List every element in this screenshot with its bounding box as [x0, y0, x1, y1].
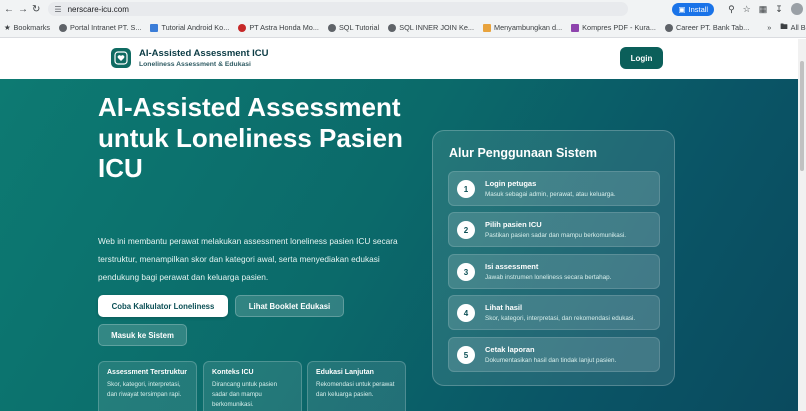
feature-description: Rekomendasi untuk perawat dan keluarga p…: [316, 381, 395, 398]
step-description: Skor, kategori, interpretasi, dan rekome…: [485, 315, 636, 322]
login-button[interactable]: Login: [620, 47, 663, 69]
step-title: Login petugas: [485, 179, 537, 188]
profile-avatar[interactable]: [790, 3, 803, 15]
bookmark-item[interactable]: Menyambungkan d...: [482, 23, 563, 32]
bookmark-item-bookmarks[interactable]: ★ Bookmarks: [4, 23, 50, 32]
step-title: Isi assessment: [485, 262, 539, 271]
step-title: Lihat hasil: [485, 303, 523, 312]
brand[interactable]: AI-Assisted Assessment ICU Loneliness As…: [111, 48, 269, 68]
feature-description: Dirancang untuk pasien sadar dan mampu b…: [212, 381, 278, 408]
bookmark-label: Tutorial Android Ko...: [161, 23, 230, 32]
more-bookmarks-icon[interactable]: »: [767, 23, 771, 32]
site-header: AI-Assisted Assessment ICU Loneliness As…: [0, 39, 798, 79]
feature-title: Konteks ICU: [212, 369, 254, 376]
zoom-icon[interactable]: ⚲: [728, 4, 735, 15]
feature-description: Skor, kategori, interpretasi, dan riwaya…: [107, 381, 182, 398]
feature-title: Assessment Terstruktur: [107, 369, 188, 376]
bookmark-label: Bookmarks: [13, 23, 51, 32]
browser-toolbar: ← → ↻ ☰ nerscare-icu.com ▣ Install ⚲ ☆ ▦…: [0, 0, 806, 18]
step-title: Cetak laporan: [485, 345, 535, 354]
feature-card: Assessment Terstruktur Skor, kategori, i…: [98, 361, 197, 411]
bookmark-item[interactable]: SQL Tutorial: [327, 23, 380, 32]
bookmark-favicon-icon: [238, 23, 247, 32]
bookmarks-bar: ★ Bookmarks Portal Intranet PT. S... Tuto…: [0, 18, 806, 38]
bookmark-favicon-icon: [571, 23, 580, 32]
step-number: 4: [457, 304, 475, 322]
brand-subtitle: Loneliness Assessment & Edukasi: [139, 61, 251, 68]
bookmark-label: Portal Intranet PT. S...: [70, 23, 142, 32]
bookmark-item[interactable]: SQL INNER JOIN Ke...: [388, 23, 474, 32]
extensions-icon[interactable]: ▦: [759, 4, 768, 15]
step-item: 1 Login petugas Masuk sebagai admin, per…: [448, 171, 660, 206]
booklet-button[interactable]: Lihat Booklet Edukasi: [235, 295, 344, 317]
address-bar[interactable]: ☰ nerscare-icu.com: [48, 2, 629, 16]
hero-description: Web ini membantu perawat melakukan asses…: [98, 236, 398, 282]
hero-section: AI-Assisted Assessment untuk Loneliness …: [0, 79, 798, 411]
globe-icon: [327, 23, 336, 32]
web-page: AI-Assisted Assessment ICU Loneliness As…: [0, 39, 798, 411]
bookmark-label: PT Astra Honda Mo...: [249, 23, 319, 32]
feature-card: Konteks ICU Dirancang untuk pasien sadar…: [203, 361, 302, 411]
step-number: 1: [457, 180, 475, 198]
bookmark-label: SQL INNER JOIN Ke...: [399, 23, 474, 32]
bookmark-label: Career PT. Bank Tab...: [675, 23, 750, 32]
step-item: 2 Pilih pasien ICU Pastikan pasien sadar…: [448, 212, 660, 247]
step-description: Jawab instrumen loneliness secara bertah…: [485, 274, 612, 281]
install-label: Install: [688, 4, 709, 14]
step-number: 5: [457, 346, 475, 364]
all-bookmarks[interactable]: 🖿All Bookmarks: [780, 21, 806, 34]
bookmark-item[interactable]: Career PT. Bank Tab...: [664, 23, 750, 32]
page-scrollbar[interactable]: [798, 39, 806, 411]
brand-title: AI-Assisted Assessment ICU: [139, 48, 269, 59]
enter-system-button[interactable]: Masuk ke Sistem: [98, 324, 187, 346]
step-title: Pilih pasien ICU: [485, 220, 542, 229]
heart-stethoscope-icon: [111, 48, 131, 68]
feature-title: Edukasi Lanjutan: [316, 369, 374, 376]
bookmark-item[interactable]: Portal Intranet PT. S...: [59, 23, 141, 32]
folder-icon: 🖿: [780, 22, 788, 31]
forward-icon[interactable]: →: [18, 2, 28, 16]
bookmark-label: All Bookmarks: [790, 23, 806, 32]
star-icon[interactable]: ☆: [743, 4, 751, 15]
bookmark-item[interactable]: Tutorial Android Ko...: [150, 23, 229, 32]
install-button[interactable]: ▣ Install: [672, 2, 715, 16]
step-description: Pastikan pasien sadar dan mampu berkomun…: [485, 232, 627, 239]
step-description: Dokumentasikan hasil dan tindak lanjut p…: [485, 357, 617, 364]
bookmark-favicon-icon: [150, 23, 159, 32]
install-icon: ▣: [678, 4, 686, 14]
panel-title: Alur Penggunaan Sistem: [449, 146, 597, 160]
feature-card: Edukasi Lanjutan Rekomendasi untuk peraw…: [307, 361, 406, 411]
step-item: 3 Isi assessment Jawab instrumen lonelin…: [448, 254, 660, 289]
reload-icon[interactable]: ↻: [32, 2, 40, 16]
url-text: nerscare-icu.com: [67, 4, 129, 14]
back-icon[interactable]: ←: [4, 2, 14, 16]
step-number: 2: [457, 221, 475, 239]
download-icon[interactable]: ↧: [775, 4, 783, 15]
bookmark-label: SQL Tutorial: [338, 23, 380, 32]
site-info-icon[interactable]: ☰: [54, 5, 61, 14]
star-icon: ★: [4, 23, 11, 32]
globe-icon: [59, 23, 68, 32]
step-number: 3: [457, 263, 475, 281]
bookmark-item[interactable]: PT Astra Honda Mo...: [238, 23, 319, 32]
calculator-button[interactable]: Coba Kalkulator Loneliness: [98, 295, 228, 317]
globe-icon: [388, 23, 397, 32]
scrollbar-thumb[interactable]: [800, 61, 804, 171]
step-description: Masuk sebagai admin, perawat, atau kelua…: [485, 191, 616, 198]
bookmark-item[interactable]: Kompres PDF - Kura...: [571, 23, 656, 32]
usage-flow-panel: Alur Penggunaan Sistem 1 Login petugas M…: [432, 130, 675, 386]
globe-icon: [664, 23, 673, 32]
step-item: 5 Cetak laporan Dokumentasikan hasil dan…: [448, 337, 660, 372]
bookmark-label: Menyambungkan d...: [493, 23, 563, 32]
bookmark-favicon-icon: [482, 23, 491, 32]
hero-title: AI-Assisted Assessment untuk Loneliness …: [98, 92, 403, 183]
step-item: 4 Lihat hasil Skor, kategori, interpreta…: [448, 295, 660, 330]
bookmark-label: Kompres PDF - Kura...: [582, 23, 656, 32]
